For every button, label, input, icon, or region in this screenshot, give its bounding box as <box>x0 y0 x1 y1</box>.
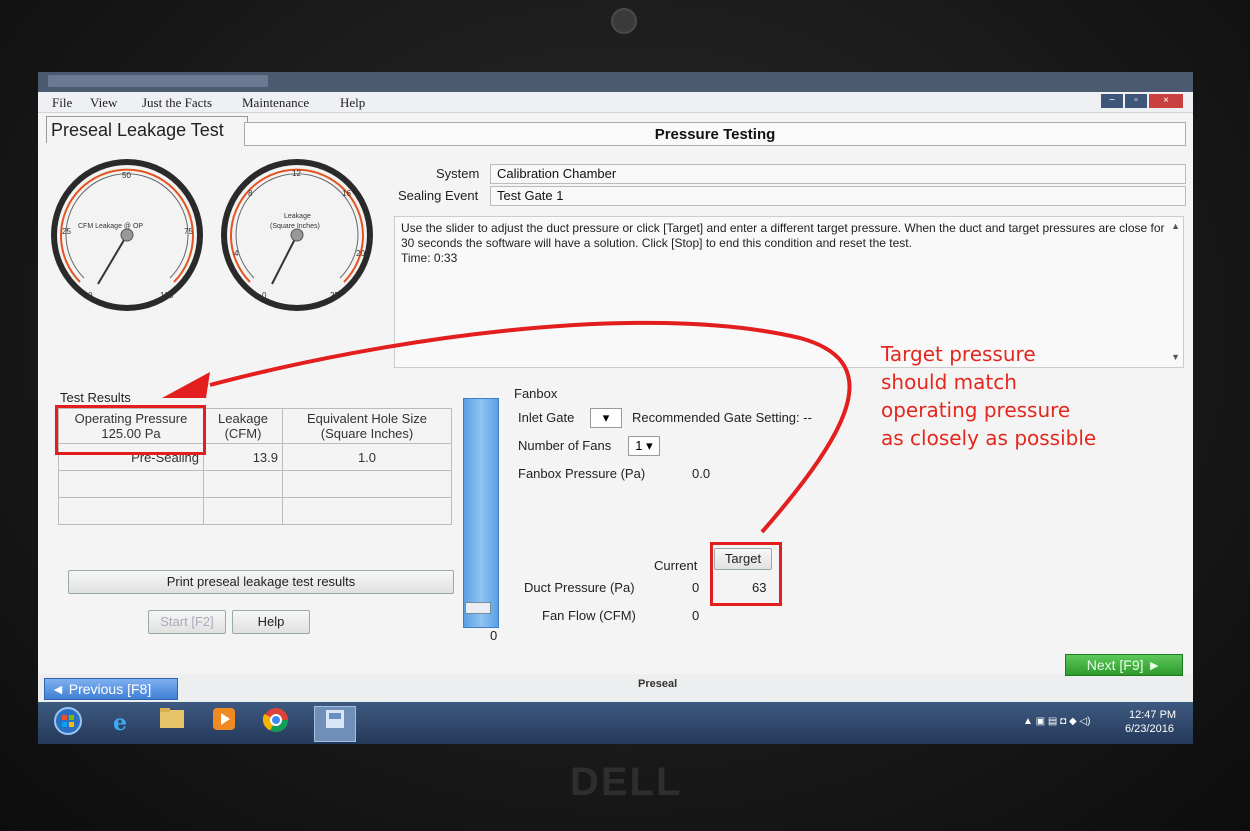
annotation-line: as closely as possible <box>881 426 1097 450</box>
annotation-line: should match <box>881 370 1017 394</box>
annotation-line: Target pressure <box>881 342 1036 366</box>
annotation-note: Target pressure should match operating p… <box>881 340 1151 452</box>
annotation-line: operating pressure <box>881 398 1071 422</box>
